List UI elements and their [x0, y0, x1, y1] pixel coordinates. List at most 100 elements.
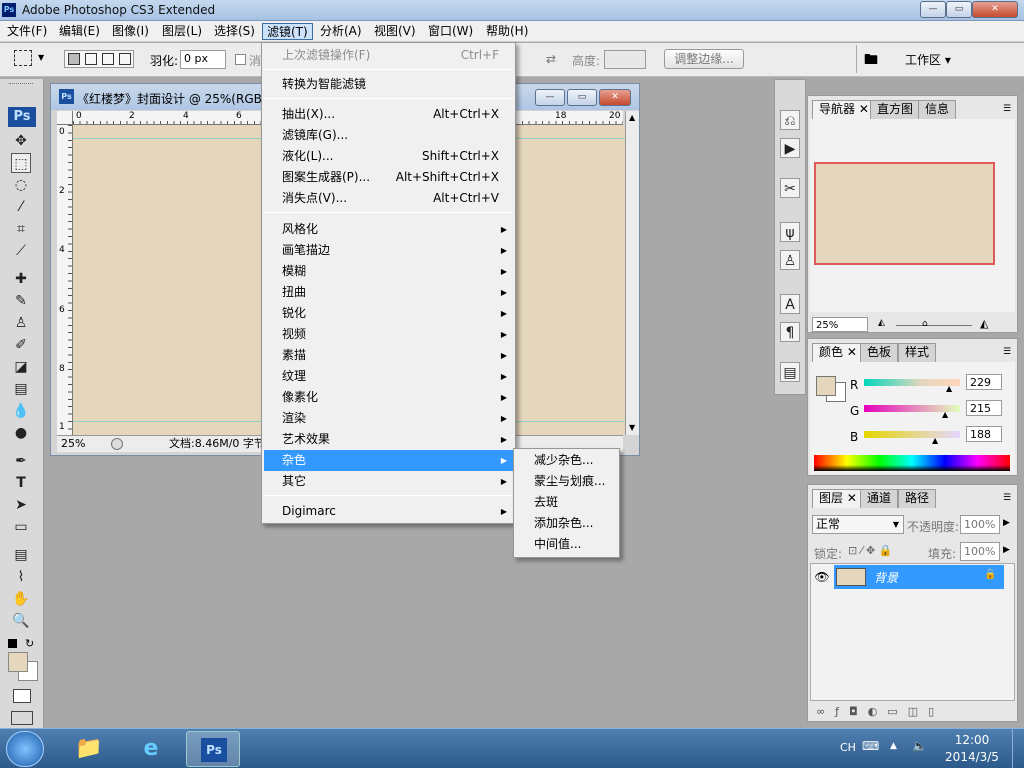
chevron-right-icon[interactable]: ▶: [1003, 545, 1010, 555]
navigator-zoom-input[interactable]: 25%: [812, 317, 868, 332]
notes-tool-icon[interactable]: ▤: [11, 545, 31, 565]
ruler-origin[interactable]: [57, 111, 73, 125]
brush-tool-icon[interactable]: ✎: [11, 291, 31, 311]
menu-item-pixelate[interactable]: 像素化 ▶: [264, 387, 513, 408]
menu-item-blur[interactable]: 模糊 ▶: [264, 261, 513, 282]
tab-layers[interactable]: 图层 ✕: [812, 489, 864, 508]
layer-comps-icon[interactable]: ▤: [780, 362, 800, 382]
pen-tool-icon[interactable]: ✒: [11, 451, 31, 471]
vertical-scrollbar[interactable]: ▲ ▼: [625, 111, 639, 435]
magic-wand-icon[interactable]: ⁄: [11, 197, 31, 217]
clone-stamp-icon[interactable]: ♙: [11, 313, 31, 333]
visibility-eye-icon[interactable]: 👁: [811, 566, 833, 588]
tab-paths[interactable]: 路径: [898, 489, 937, 508]
doc-close-button[interactable]: ✕: [599, 89, 631, 106]
tab-navigator[interactable]: 导航器 ✕: [812, 100, 876, 119]
menu-window[interactable]: 窗口(W): [424, 23, 477, 40]
tool-presets-icon[interactable]: ✂: [780, 178, 800, 198]
menu-item-last-filter[interactable]: 上次滤镜操作(F) Ctrl+F: [264, 45, 513, 66]
submenu-item-reduce-noise[interactable]: 减少杂色...: [516, 450, 617, 471]
layer-name[interactable]: 背景: [874, 569, 898, 586]
screen-mode-icon[interactable]: [11, 711, 33, 725]
add-selection-icon[interactable]: [85, 53, 97, 65]
zoom-slider[interactable]: [896, 325, 972, 326]
healing-brush-icon[interactable]: ✚: [11, 269, 31, 289]
swap-colors-icon[interactable]: ↻: [25, 637, 34, 650]
feather-input[interactable]: 0 px: [180, 50, 226, 69]
menu-item-filter-gallery[interactable]: 滤镜库(G)...: [264, 125, 513, 146]
menu-edit[interactable]: 编辑(E): [55, 23, 104, 40]
menu-item-smart-filter[interactable]: 转换为智能滤镜: [264, 74, 513, 95]
menu-layer[interactable]: 图层(L): [158, 23, 206, 40]
clock-time[interactable]: 12:00: [940, 733, 1004, 747]
default-colors-icon[interactable]: [8, 639, 17, 648]
bridge-icon[interactable]: 🖿: [864, 49, 888, 69]
menu-item-artistic[interactable]: 艺术效果 ▶: [264, 429, 513, 450]
menu-item-brush-strokes[interactable]: 画笔描边 ▶: [264, 240, 513, 261]
slice-tool-icon[interactable]: ⟋: [11, 241, 31, 261]
layer-row-background[interactable]: 背景 🔒: [834, 565, 1004, 589]
menu-file[interactable]: 文件(F): [3, 23, 51, 40]
submenu-item-despeckle[interactable]: 去斑: [516, 492, 617, 513]
marquee-tool-icon[interactable]: [14, 50, 32, 66]
chevron-down-icon[interactable]: ▼: [38, 53, 44, 62]
close-button[interactable]: ✕: [972, 1, 1018, 18]
submenu-item-dust-scratches[interactable]: 蒙尘与划痕...: [516, 471, 617, 492]
brushes-icon[interactable]: ψ: [780, 222, 800, 242]
photoshop-taskbar-icon[interactable]: Ps: [201, 738, 227, 762]
menu-item-render[interactable]: 渲染 ▶: [264, 408, 513, 429]
zoom-out-icon[interactable]: ◭: [878, 318, 885, 328]
zoom-in-icon[interactable]: ◭: [980, 317, 988, 330]
menu-analysis[interactable]: 分析(A): [316, 23, 366, 40]
doc-maximize-button[interactable]: ▭: [567, 89, 597, 106]
subtract-selection-icon[interactable]: [102, 53, 114, 65]
panel-grip[interactable]: [9, 83, 33, 89]
doc-minimize-button[interactable]: —: [535, 89, 565, 106]
file-explorer-icon[interactable]: 📁: [62, 731, 116, 767]
character-icon[interactable]: A: [780, 294, 800, 314]
workspace-button[interactable]: 工作区 ▾: [905, 51, 951, 68]
menu-item-liquify[interactable]: 液化(L)... Shift+Ctrl+X: [264, 146, 513, 167]
panel-menu-icon[interactable]: ☰: [1003, 347, 1011, 357]
lock-icons[interactable]: ⊡ ⁄ ✥ 🔒: [848, 544, 892, 557]
clock-date[interactable]: 2014/3/5: [940, 750, 1004, 764]
lasso-tool-icon[interactable]: ◌: [11, 175, 31, 195]
quick-mask-icon[interactable]: [13, 689, 31, 703]
foreground-color-swatch[interactable]: [8, 652, 28, 672]
blur-tool-icon[interactable]: 💧: [11, 401, 31, 421]
fg-color-swatch[interactable]: [816, 376, 836, 396]
swap-icon[interactable]: ⇄: [546, 52, 556, 66]
scroll-down-icon[interactable]: ▼: [629, 423, 635, 432]
vertical-ruler[interactable]: 0 2 4 6 8 1: [57, 125, 73, 435]
refine-edge-button[interactable]: 调整边缘...: [664, 49, 744, 69]
layer-footer-icons[interactable]: ∞ƒ◘◐▭◫▯: [816, 705, 944, 718]
status-menu-icon[interactable]: [111, 438, 123, 450]
menu-select[interactable]: 选择(S): [210, 23, 259, 40]
move-tool-icon[interactable]: ✥: [11, 131, 31, 151]
menu-item-texture[interactable]: 纹理 ▶: [264, 366, 513, 387]
navigator-preview[interactable]: [814, 162, 995, 265]
language-indicator[interactable]: CH: [840, 741, 856, 754]
menu-filter[interactable]: 滤镜(T): [262, 23, 313, 40]
submenu-item-add-noise[interactable]: 添加杂色...: [516, 513, 617, 534]
color-ramp[interactable]: [814, 455, 1010, 471]
show-desktop-button[interactable]: [1012, 729, 1024, 768]
chevron-right-icon[interactable]: ▶: [1003, 518, 1010, 528]
menu-item-other[interactable]: 其它 ▶: [264, 471, 513, 492]
tab-channels[interactable]: 通道: [860, 489, 899, 508]
menu-item-extract[interactable]: 抽出(X)... Alt+Ctrl+X: [264, 104, 513, 125]
eraser-tool-icon[interactable]: ◪: [11, 357, 31, 377]
menu-image[interactable]: 图像(I): [108, 23, 153, 40]
tab-info[interactable]: 信息: [918, 100, 957, 119]
intersect-selection-icon[interactable]: [119, 53, 131, 65]
menu-item-distort[interactable]: 扭曲 ▶: [264, 282, 513, 303]
channel-g-input[interactable]: 215: [966, 400, 1002, 416]
shape-tool-icon[interactable]: ▭: [11, 517, 31, 537]
menu-item-noise[interactable]: 杂色 ▶: [264, 450, 513, 471]
tray-arrow-icon[interactable]: ▲: [890, 741, 897, 751]
paragraph-icon[interactable]: ¶: [780, 322, 800, 342]
channel-b-input[interactable]: 188: [966, 426, 1002, 442]
menu-item-sketch[interactable]: 素描 ▶: [264, 345, 513, 366]
menu-item-vanishing-point[interactable]: 消失点(V)... Alt+Ctrl+V: [264, 188, 513, 209]
selection-mode-buttons[interactable]: [64, 50, 134, 68]
